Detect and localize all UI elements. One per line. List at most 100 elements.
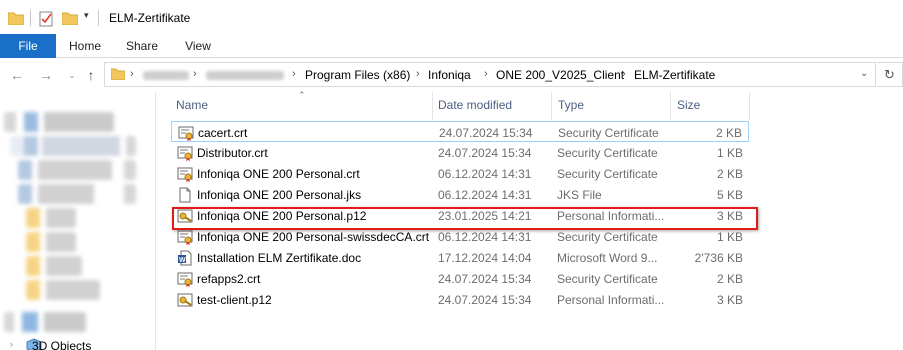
chevron-right-icon[interactable]: › <box>10 339 13 349</box>
folder-icon <box>111 68 125 80</box>
certificate-icon <box>177 271 193 287</box>
file-type: Security Certificate <box>558 126 659 140</box>
file-name: Distributor.crt <box>197 146 268 160</box>
navigation-pane: › 3D Objects <box>0 92 156 350</box>
column-header-row: Name Date modified Type Size <box>170 92 750 120</box>
file-date-modified: 06.12.2024 14:31 <box>438 230 532 244</box>
word-doc-icon: W <box>177 250 193 266</box>
breadcrumb-elm-zertifikate[interactable]: ELM-Zertifikate <box>634 68 715 82</box>
folder-icon <box>8 12 24 25</box>
file-date-modified: 24.07.2024 15:34 <box>438 293 532 307</box>
svg-text:W: W <box>179 257 186 264</box>
file-row[interactable]: test-client.p12 24.07.2024 15:34 Personal … <box>171 289 749 310</box>
file-size: 1 KB <box>716 146 743 160</box>
nav-item-redacted[interactable] <box>26 256 82 276</box>
file-size: 2'736 KB <box>694 251 743 265</box>
divider <box>30 10 31 26</box>
file-date-modified: 24.07.2024 15:34 <box>438 146 532 160</box>
file-row[interactable]: cacert.crt 24.07.2024 15:34 Security Certi… <box>171 121 749 142</box>
certificate-icon <box>177 166 193 182</box>
file-date-modified: 06.12.2024 14:31 <box>438 167 532 181</box>
file-date-modified: 17.12.2024 14:04 <box>438 251 532 265</box>
tab-home[interactable]: Home <box>56 34 114 58</box>
file-row[interactable]: W Installation ELM Zertifikate.doc 17.12.2… <box>171 247 749 268</box>
title-bar: ▾ ELM-Zertifikate <box>0 0 903 34</box>
file-row[interactable]: Infoniqa ONE 200 Personal.crt 06.12.2024 … <box>171 163 749 184</box>
nav-item-quick-access[interactable] <box>4 112 114 132</box>
breadcrumb-redacted[interactable] <box>143 71 189 80</box>
file-name: cacert.crt <box>198 126 248 140</box>
nav-item-this-pc[interactable] <box>4 312 86 332</box>
forward-arrow-icon[interactable]: → <box>37 66 55 84</box>
file-type: Security Certificate <box>557 167 658 181</box>
nav-item-3d-objects[interactable]: › 3D Objects <box>10 336 120 350</box>
personal-cert-icon <box>177 292 193 308</box>
file-row[interactable]: Infoniqa ONE 200 Personal.jks 06.12.2024 … <box>171 184 749 205</box>
refresh-icon[interactable]: ↻ <box>877 62 903 87</box>
file-size: 3 KB <box>716 293 743 307</box>
file-row[interactable]: Distributor.crt 24.07.2024 15:34 Security … <box>171 142 749 163</box>
file-name: Infoniqa ONE 200 Personal.crt <box>197 167 360 181</box>
column-divider[interactable] <box>749 92 750 120</box>
file-size: 2 KB <box>716 272 743 286</box>
chevron-right-icon[interactable]: › <box>416 68 420 80</box>
file-size: 2 KB <box>716 167 743 181</box>
properties-icon[interactable] <box>38 11 54 27</box>
file-type: Security Certificate <box>557 146 658 160</box>
address-bar[interactable]: › › › Program Files (x86) › Infoniqa › O… <box>104 62 876 87</box>
file-size: 5 KB <box>716 188 743 202</box>
column-divider[interactable] <box>551 92 552 120</box>
file-name: test-client.p12 <box>197 293 272 307</box>
file-date-modified: 24.07.2024 15:34 <box>438 272 532 286</box>
file-type: Security Certificate <box>557 272 658 286</box>
tab-share[interactable]: Share <box>114 34 170 58</box>
column-header-type[interactable]: Type <box>558 98 584 112</box>
ribbon: File Home Share View <box>0 34 903 58</box>
chevron-right-icon[interactable]: › <box>130 68 134 80</box>
column-divider[interactable] <box>670 92 671 120</box>
file-type: Security Certificate <box>557 230 658 244</box>
customize-quick-access-icon[interactable]: ▾ <box>84 10 89 21</box>
column-header-date-modified[interactable]: Date modified <box>438 98 512 112</box>
file-size: 1 KB <box>716 230 743 244</box>
nav-item-redacted[interactable] <box>26 232 76 252</box>
chevron-right-icon[interactable]: › <box>193 68 197 80</box>
file-name: refapps2.crt <box>197 272 261 286</box>
certificate-icon <box>178 125 194 141</box>
file-date-modified: 24.07.2024 15:34 <box>439 126 533 140</box>
new-folder-icon[interactable] <box>62 11 78 25</box>
breadcrumb-infoniqa[interactable]: Infoniqa <box>428 68 471 82</box>
certificate-icon <box>177 145 193 161</box>
file-type: JKS File <box>557 188 602 202</box>
chevron-right-icon[interactable]: › <box>484 68 488 80</box>
file-type: Personal Informati... <box>557 293 665 307</box>
chevron-right-icon[interactable]: › <box>292 68 296 80</box>
back-arrow-icon[interactable]: ← <box>8 66 26 84</box>
tab-file[interactable]: File <box>0 34 56 58</box>
up-arrow-icon[interactable]: ↑ <box>82 66 100 84</box>
nav-item-redacted[interactable] <box>18 160 136 180</box>
breadcrumb-redacted[interactable] <box>206 71 284 80</box>
divider <box>98 10 99 26</box>
tab-view[interactable]: View <box>170 34 226 58</box>
address-dropdown-icon[interactable]: ⌄ <box>860 68 868 79</box>
nav-item-redacted[interactable] <box>18 184 136 204</box>
nav-item-redacted[interactable] <box>26 280 100 300</box>
breadcrumb-program-files[interactable]: Program Files (x86) <box>305 68 410 82</box>
breadcrumb-one200-client[interactable]: ONE 200_V2025_Client <box>496 68 624 82</box>
file-date-modified: 06.12.2024 14:31 <box>438 188 532 202</box>
window-title: ELM-Zertifikate <box>109 11 191 25</box>
file-name: Infoniqa ONE 200 Personal-swissdecCA.crt <box>197 230 430 244</box>
blank-file-icon <box>177 187 193 203</box>
chevron-right-icon[interactable]: › <box>622 68 626 80</box>
column-header-size[interactable]: Size <box>677 98 700 112</box>
nav-item-label: 3D Objects <box>32 339 92 350</box>
column-header-name[interactable]: Name <box>176 98 208 112</box>
column-divider[interactable] <box>432 92 433 120</box>
nav-item-redacted[interactable] <box>26 208 76 228</box>
recent-locations-chevron-icon[interactable]: ⌄ <box>63 66 81 84</box>
file-row[interactable]: refapps2.crt 24.07.2024 15:34 Security Cer… <box>171 268 749 289</box>
highlight-annotation-box <box>172 207 758 230</box>
file-name: Installation ELM Zertifikate.doc <box>197 251 362 265</box>
nav-item-redacted[interactable] <box>10 136 136 156</box>
